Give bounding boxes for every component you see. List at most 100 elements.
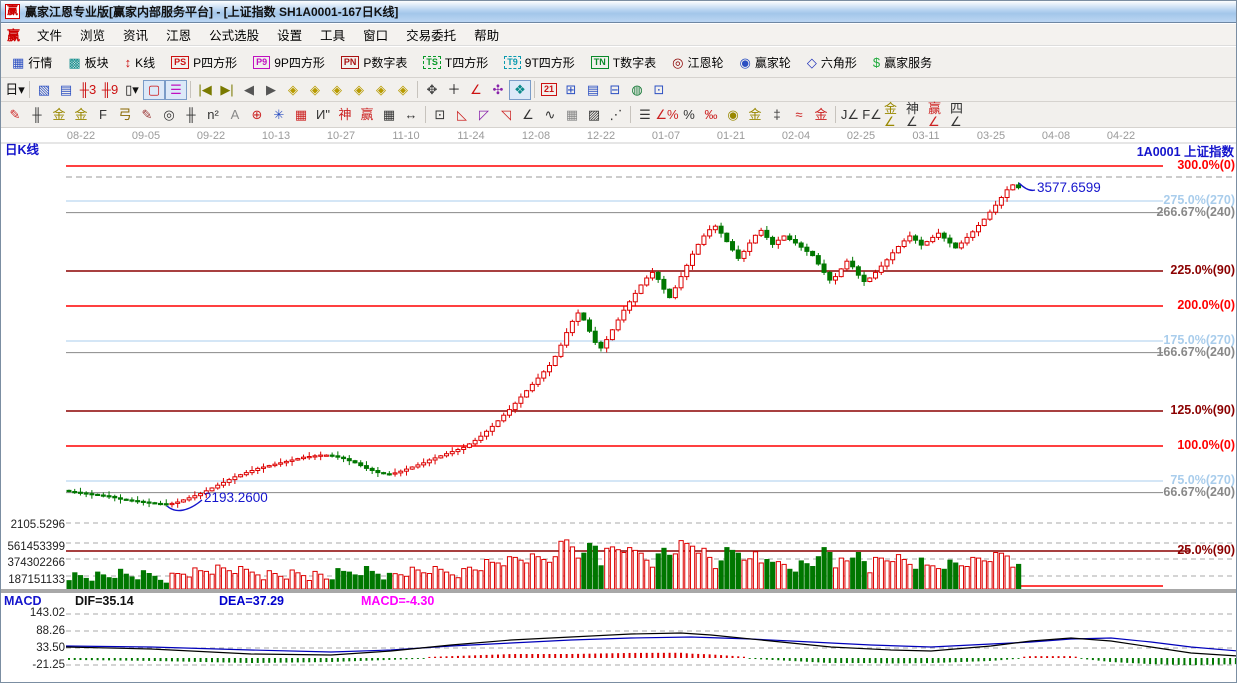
menu-item-window[interactable]: 窗口 (354, 23, 397, 46)
draw-fan-box-tool[interactable]: ◹ (495, 105, 517, 125)
draw-mirror-tool[interactable]: A (224, 105, 246, 125)
draw-gray-grid-tool[interactable]: ▦ (561, 105, 583, 125)
nav-angle-tool[interactable]: ∠ (465, 80, 487, 100)
nav-nav-first[interactable]: |◀ (194, 80, 216, 100)
draw-ying-tool[interactable]: 赢 (356, 105, 378, 125)
draw-marker-tool[interactable]: ✎ (136, 105, 158, 125)
nav-web-tool[interactable]: ◍ (626, 80, 648, 100)
nav-bars-3[interactable]: ╫3 (77, 80, 99, 100)
menu-item-file[interactable]: 文件 (28, 23, 71, 46)
kline-icon: ↕ (125, 56, 132, 69)
draw-gold-ruler-1[interactable]: 金 (48, 105, 70, 125)
nav-info-panel[interactable]: ▤ (55, 80, 77, 100)
draw-waves-tool[interactable]: ≈ (788, 105, 810, 125)
menu-item-help[interactable]: 帮助 (465, 23, 508, 46)
nav-diamond-all[interactable]: ◈ (392, 80, 414, 100)
draw-spiral-tool[interactable]: 弓 (114, 105, 136, 125)
draw-star-grid-tool[interactable]: ✳ (268, 105, 290, 125)
nav-gann-box-toggle[interactable]: ▢ (143, 80, 165, 100)
draw-fan-red-tool[interactable]: ◺ (451, 105, 473, 125)
toolbar-button-winner-service[interactable]: $赢家服务 (865, 50, 940, 75)
draw-n-square-tool[interactable]: n² (202, 105, 224, 125)
toolbar-button-t-number-table[interactable]: TNT数字表 (583, 50, 664, 75)
nav-diamond-compress[interactable]: ◈ (348, 80, 370, 100)
draw-ruler-tool[interactable]: ╫ (26, 105, 48, 125)
toolbar-button-hexagon[interactable]: ◇六角形 (799, 50, 865, 75)
draw-parallel-lines-tool[interactable]: ⋰ (605, 105, 627, 125)
draw-fan-purple-tool[interactable]: ◸ (473, 105, 495, 125)
draw-scale-ruler[interactable]: ╫ (180, 105, 202, 125)
draw-slope-shen[interactable]: 神∠ (905, 105, 927, 125)
toolbar-button-gann-wheel[interactable]: ◎江恩轮 (664, 50, 731, 75)
draw-slope-j[interactable]: J∠ (839, 105, 861, 125)
draw-pen-tool[interactable]: ✎ (4, 105, 26, 125)
toolbar-button-kline[interactable]: ↕K线 (117, 50, 164, 75)
scale-ruler-icon: ╫ (186, 108, 195, 121)
draw-gold-ruler-2[interactable]: 金 (70, 105, 92, 125)
nav-diamond-right[interactable]: ◈ (304, 80, 326, 100)
menu-item-settings[interactable]: 设置 (268, 23, 311, 46)
draw-gold-line-tool[interactable]: 金 (744, 105, 766, 125)
nav-wave-tool[interactable]: ❖ (509, 80, 531, 100)
menu-item-browse[interactable]: 浏览 (71, 23, 114, 46)
draw-hatch-grid-tool[interactable]: ▨ (583, 105, 605, 125)
nav-diamond-left[interactable]: ◈ (282, 80, 304, 100)
draw-slope-si[interactable]: 四∠ (949, 105, 971, 125)
draw-span-tool[interactable]: ↔ (400, 105, 422, 125)
draw-cycle-ruler[interactable]: ◎ (158, 105, 180, 125)
draw-numbered-grid-tool[interactable]: ▦ (378, 105, 400, 125)
nav-period-selector[interactable]: 日▾ (4, 80, 26, 100)
nav-save-tool[interactable]: ⊟ (604, 80, 626, 100)
draw-angle-lines-tool[interactable]: ∠ (517, 105, 539, 125)
draw-shen-tool[interactable]: 神 (334, 105, 356, 125)
nav-calendar-tool[interactable]: 21 (538, 80, 560, 100)
draw-gold-circle-tool[interactable]: ◉ (722, 105, 744, 125)
nav-candle-style[interactable]: ▯▾ (121, 80, 143, 100)
draw-slope-ying[interactable]: 赢∠ (927, 105, 949, 125)
chart-plot[interactable] (1, 128, 1237, 683)
draw-red-grid-tool[interactable]: ▦ (290, 105, 312, 125)
nav-chart-style[interactable]: ▧ (33, 80, 55, 100)
draw-cross-pen-tool[interactable]: ‡ (766, 105, 788, 125)
menu-item-news[interactable]: 资讯 (114, 23, 157, 46)
draw-wave-count-tool[interactable]: И" (312, 105, 334, 125)
draw-box-select-tool[interactable]: ⊡ (429, 105, 451, 125)
nav-bars-9[interactable]: ╫9 (99, 80, 121, 100)
nav-nav-next[interactable]: ▶ (260, 80, 282, 100)
toolbar-button-quotes[interactable]: ▦行情 (4, 50, 60, 75)
draw-slope-f[interactable]: F∠ (861, 105, 883, 125)
nav-nav-last[interactable]: ▶| (216, 80, 238, 100)
draw-gold-underline-tool[interactable]: 金 (810, 105, 832, 125)
title-bar[interactable]: 赢 赢家江恩专业版[赢家内部服务平台] - [上证指数 SH1A0001-167… (1, 1, 1236, 23)
menu-item-tools[interactable]: 工具 (311, 23, 354, 46)
menu-item-trade[interactable]: 交易委托 (397, 23, 465, 46)
draw-price-measure-tool[interactable]: ☰ (634, 105, 656, 125)
toolbar-button-winner-wheel[interactable]: ◉赢家轮 (732, 50, 799, 75)
nav-profile-toggle[interactable]: ☰ (165, 80, 187, 100)
draw-fibonacci-ruler[interactable]: F (92, 105, 114, 125)
menu-item-gann[interactable]: 江恩 (157, 23, 200, 46)
nav-diamond-center[interactable]: ◈ (370, 80, 392, 100)
draw-circle-cross-tool[interactable]: ⊕ (246, 105, 268, 125)
nav-crosshair-tool[interactable]: ＋ (443, 80, 465, 100)
toolbar-button-9t-square[interactable]: T99T四方形 (496, 50, 583, 75)
nav-hand-tool[interactable]: ✥ (421, 80, 443, 100)
toolbar-button-p-number-table[interactable]: PNP数字表 (333, 50, 416, 75)
toolbar-button-9p-square[interactable]: P99P四方形 (245, 50, 333, 75)
toolbar-button-sectors[interactable]: ▩板块 (60, 50, 116, 75)
date-tick: 10-13 (262, 130, 290, 142)
draw-zigzag-tool[interactable]: ∿ (539, 105, 561, 125)
nav-gann-shape-tool[interactable]: ✣ (487, 80, 509, 100)
toolbar-button-t-square[interactable]: TST四方形 (415, 50, 496, 75)
nav-remote-tool[interactable]: ⊡ (648, 80, 670, 100)
draw-percent-angle-tool[interactable]: ∠% (656, 105, 678, 125)
toolbar-button-p-square[interactable]: PSP四方形 (163, 50, 245, 75)
nav-nav-prev[interactable]: ◀ (238, 80, 260, 100)
menu-item-formula-picker[interactable]: 公式选股 (200, 23, 268, 46)
draw-slope-gold[interactable]: 金∠ (883, 105, 905, 125)
draw-permille-tool[interactable]: ‰ (700, 105, 722, 125)
nav-notes-tool[interactable]: ▤ (582, 80, 604, 100)
nav-calculator-tool[interactable]: ⊞ (560, 80, 582, 100)
nav-diamond-expand[interactable]: ◈ (326, 80, 348, 100)
draw-percent-tool[interactable]: % (678, 105, 700, 125)
